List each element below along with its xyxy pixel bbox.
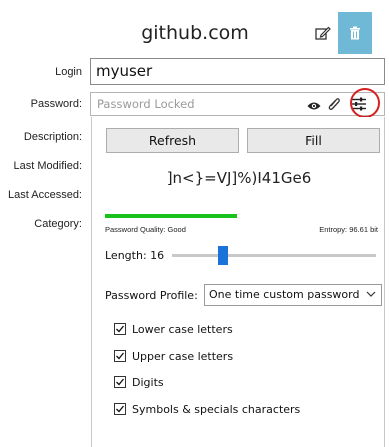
digits-label: Digits	[132, 375, 164, 389]
password-generator-panel: Refresh Fill ]n<}=VJ]%)I41Ge6 Password Q…	[91, 117, 385, 447]
login-field[interactable]: myuser	[90, 58, 385, 85]
last-accessed-label: Last Accessed:	[8, 189, 82, 201]
category-label: Category:	[34, 218, 82, 230]
generated-password: ]n<}=VJ]%)I41Ge6	[166, 169, 312, 187]
length-slider-track[interactable]	[172, 254, 376, 257]
fill-button[interactable]: Fill	[247, 128, 380, 153]
checkmark-icon	[116, 352, 125, 360]
uppercase-label: Upper case letters	[132, 349, 234, 363]
password-quality-label: Password Quality: Good	[105, 225, 186, 234]
password-profile-value: One time custom password	[209, 288, 360, 301]
option-symbols[interactable]: Symbols & specials characters	[114, 401, 300, 417]
entropy-label: Entropy: 96.61 bit	[319, 225, 378, 234]
edit-button[interactable]	[308, 20, 338, 46]
trash-icon	[350, 26, 360, 40]
entry-title: github.com	[141, 22, 249, 44]
password-field[interactable]: Password Locked	[90, 92, 385, 116]
password-label: Password:	[30, 98, 82, 110]
length-slider-handle[interactable]	[218, 246, 228, 265]
uppercase-checkbox[interactable]	[114, 350, 126, 362]
lowercase-label: Lower case letters	[132, 322, 233, 336]
digits-checkbox[interactable]	[114, 376, 126, 388]
delete-button[interactable]	[338, 12, 372, 54]
lowercase-checkbox[interactable]	[114, 323, 126, 335]
checkmark-icon	[116, 405, 125, 413]
login-label: Login	[55, 66, 82, 78]
password-profile-label: Password Profile:	[105, 289, 198, 302]
last-modified-label: Last Modified:	[13, 160, 82, 172]
option-lowercase[interactable]: Lower case letters	[114, 321, 233, 337]
length-label: Length: 16	[105, 249, 165, 262]
highlight-circle	[350, 88, 380, 118]
refresh-button[interactable]: Refresh	[106, 128, 239, 153]
checkmark-icon	[116, 378, 125, 386]
option-digits[interactable]: Digits	[114, 374, 164, 390]
password-profile-select[interactable]: One time custom password	[204, 284, 382, 306]
password-quality-bar	[105, 214, 237, 218]
symbols-checkbox[interactable]	[114, 403, 126, 415]
chevron-down-icon	[366, 291, 376, 297]
pencil-edit-icon	[315, 26, 331, 40]
paperclip-icon[interactable]	[328, 96, 340, 117]
password-placeholder: Password Locked	[97, 97, 195, 111]
option-uppercase[interactable]: Upper case letters	[114, 348, 233, 364]
eye-icon[interactable]	[307, 98, 321, 116]
description-label: Description:	[23, 131, 82, 143]
symbols-label: Symbols & specials characters	[132, 402, 301, 416]
checkmark-icon	[116, 325, 125, 333]
